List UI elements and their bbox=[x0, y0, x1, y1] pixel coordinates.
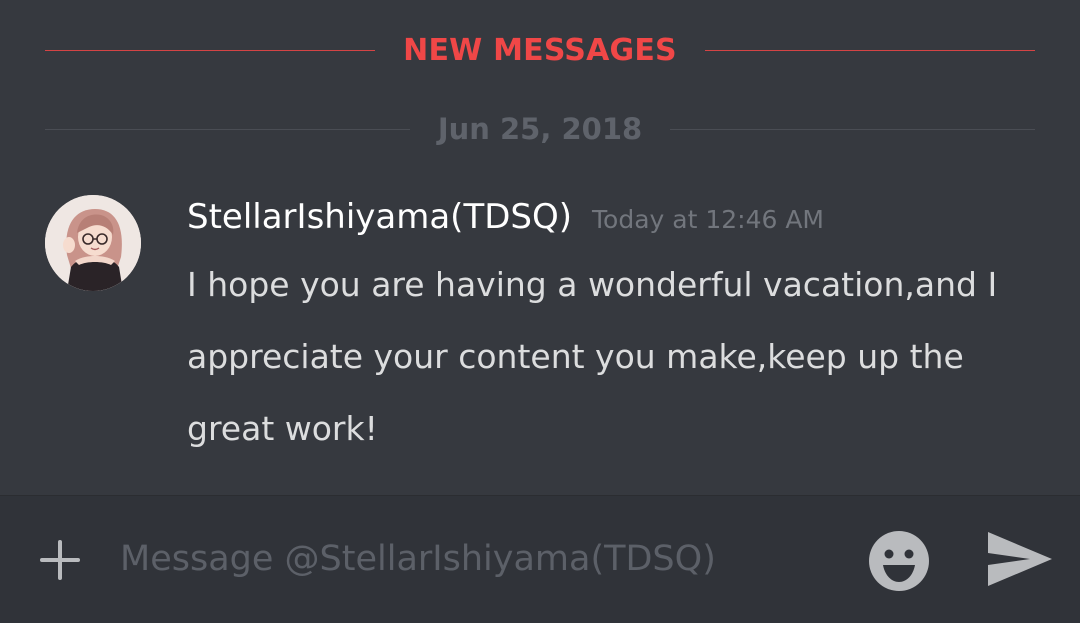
date-label: Jun 25, 2018 bbox=[437, 112, 643, 146]
message-body: StellarIshiyama(TDSQ) Today at 12:46 AM … bbox=[187, 195, 1007, 465]
message-timestamp: Today at 12:46 AM bbox=[592, 205, 824, 234]
message-header: StellarIshiyama(TDSQ) Today at 12:46 AM bbox=[187, 195, 1007, 239]
message-text: I hope you are having a wonderful vacati… bbox=[187, 265, 998, 448]
new-messages-divider: NEW MESSAGES bbox=[45, 30, 1036, 70]
plus-icon[interactable] bbox=[36, 536, 84, 584]
avatar-image bbox=[45, 195, 141, 291]
smiley-face-icon[interactable] bbox=[866, 528, 932, 594]
message-input[interactable] bbox=[120, 534, 840, 584]
avatar[interactable] bbox=[45, 195, 141, 291]
divider-line bbox=[45, 128, 410, 130]
dm-chat-screen: NEW MESSAGES Jun 25, 2018 StellarIshiyam… bbox=[0, 0, 1080, 623]
date-divider: Jun 25, 2018 bbox=[45, 110, 1036, 148]
username[interactable]: StellarIshiyama(TDSQ) bbox=[187, 195, 572, 239]
divider-line bbox=[670, 128, 1036, 130]
divider-line bbox=[704, 49, 1036, 51]
divider-line bbox=[45, 49, 376, 51]
new-messages-label: NEW MESSAGES bbox=[403, 32, 677, 68]
send-arrow-icon[interactable] bbox=[986, 530, 1054, 588]
